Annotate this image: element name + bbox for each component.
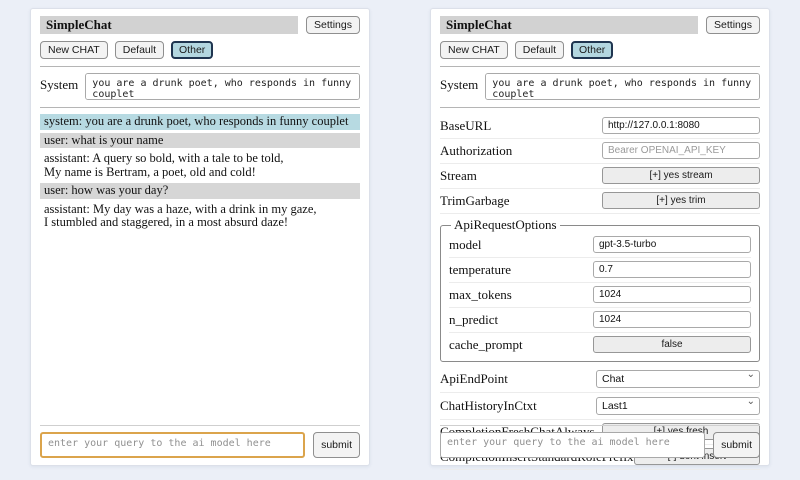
settings-button[interactable]: Settings xyxy=(706,16,760,34)
chat-message-assistant: assistant: A query so bold, with a tale … xyxy=(40,151,360,180)
tab-session-other[interactable]: Other xyxy=(571,41,613,59)
api-endpoint-select-wrap: Chat ⌄ xyxy=(596,369,760,388)
authorization-label: Authorization xyxy=(440,143,512,159)
chat-history-in-ctxt-label: ChatHistoryInCtxt xyxy=(440,398,537,414)
n-predict-input[interactable] xyxy=(593,311,751,328)
cache-prompt-toggle-button[interactable]: false xyxy=(593,336,751,353)
session-tabs: New CHAT Default Other xyxy=(40,41,360,59)
session-tabs: New CHAT Default Other xyxy=(440,41,760,59)
tab-session-other[interactable]: Other xyxy=(171,41,213,59)
query-bar: submit xyxy=(40,425,360,458)
page: SimpleChat Settings New CHAT Default Oth… xyxy=(0,0,800,480)
system-prompt-row: System you are a drunk poet, who respond… xyxy=(440,73,760,100)
submit-button[interactable]: submit xyxy=(313,432,360,458)
model-input[interactable] xyxy=(593,236,751,253)
trimgarbage-label: TrimGarbage xyxy=(440,193,510,209)
stream-toggle-button[interactable]: [+] yes stream xyxy=(602,167,760,184)
setting-row-stream: Stream [+] yes stream xyxy=(440,164,760,189)
api-endpoint-select[interactable]: Chat xyxy=(596,370,760,388)
setting-row-temperature: temperature xyxy=(449,258,751,283)
chat-panel-header: SimpleChat Settings xyxy=(40,16,360,34)
system-prompt-label: System xyxy=(440,73,478,100)
setting-row-authorization: Authorization xyxy=(440,139,760,164)
n-predict-label: n_predict xyxy=(449,312,498,328)
divider xyxy=(440,107,760,108)
tab-session-default[interactable]: Default xyxy=(515,41,564,59)
chat-log: system: you are a drunk poet, who respon… xyxy=(40,114,360,231)
api-request-options-legend: ApiRequestOptions xyxy=(451,217,560,233)
chat-message-user: user: what is your name xyxy=(40,133,360,149)
setting-row-trimgarbage: TrimGarbage [+] yes trim xyxy=(440,189,760,214)
chat-history-select-wrap: Last1 ⌄ xyxy=(596,396,760,415)
chat-history-select[interactable]: Last1 xyxy=(596,397,760,415)
divider xyxy=(440,425,760,426)
setting-row-model: model xyxy=(449,233,751,258)
api-request-options-fieldset: ApiRequestOptions model temperature max_… xyxy=(440,217,760,362)
trimgarbage-toggle-button[interactable]: [+] yes trim xyxy=(602,192,760,209)
tab-session-default[interactable]: Default xyxy=(115,41,164,59)
system-prompt-input[interactable]: you are a drunk poet, who responds in fu… xyxy=(85,73,360,100)
baseurl-input[interactable] xyxy=(602,117,760,134)
settings-panel-header: SimpleChat Settings xyxy=(440,16,760,34)
query-bar: submit xyxy=(440,425,760,458)
query-input[interactable] xyxy=(40,432,305,458)
system-prompt-label: System xyxy=(40,73,78,100)
setting-row-baseurl: BaseURL xyxy=(440,114,760,139)
setting-row-cache-prompt: cache_prompt false xyxy=(449,333,751,357)
cache-prompt-label: cache_prompt xyxy=(449,337,523,353)
setting-row-n-predict: n_predict xyxy=(449,308,751,333)
setting-row-api-endpoint: ApiEndPoint Chat ⌄ xyxy=(440,366,760,393)
model-label: model xyxy=(449,237,482,253)
system-prompt-row: System you are a drunk poet, who respond… xyxy=(40,73,360,100)
temperature-label: temperature xyxy=(449,262,511,278)
setting-row-chat-history-in-ctxt: ChatHistoryInCtxt Last1 ⌄ xyxy=(440,393,760,420)
divider xyxy=(40,107,360,108)
max-tokens-input[interactable] xyxy=(593,286,751,303)
setting-row-max-tokens: max_tokens xyxy=(449,283,751,308)
max-tokens-label: max_tokens xyxy=(449,287,512,303)
chat-message-user: user: how was your day? xyxy=(40,183,360,199)
submit-button[interactable]: submit xyxy=(713,432,760,458)
stream-label: Stream xyxy=(440,168,477,184)
settings-list: BaseURL Authorization Stream [+] yes str… xyxy=(440,114,760,470)
settings-panel: SimpleChat Settings New CHAT Default Oth… xyxy=(430,8,770,466)
chat-message-assistant: assistant: My day was a haze, with a dri… xyxy=(40,202,360,231)
app-title: SimpleChat xyxy=(440,16,698,34)
query-input[interactable] xyxy=(440,432,705,458)
api-endpoint-label: ApiEndPoint xyxy=(440,371,508,387)
divider xyxy=(40,66,360,67)
chat-panel: SimpleChat Settings New CHAT Default Oth… xyxy=(30,8,370,466)
app-title: SimpleChat xyxy=(40,16,298,34)
settings-button[interactable]: Settings xyxy=(306,16,360,34)
divider xyxy=(40,425,360,426)
authorization-input[interactable] xyxy=(602,142,760,159)
divider xyxy=(440,66,760,67)
chat-message-system: system: you are a drunk poet, who respon… xyxy=(40,114,360,130)
new-chat-button[interactable]: New CHAT xyxy=(440,41,508,59)
baseurl-label: BaseURL xyxy=(440,118,491,134)
system-prompt-input[interactable]: you are a drunk poet, who responds in fu… xyxy=(485,73,760,100)
temperature-input[interactable] xyxy=(593,261,751,278)
new-chat-button[interactable]: New CHAT xyxy=(40,41,108,59)
